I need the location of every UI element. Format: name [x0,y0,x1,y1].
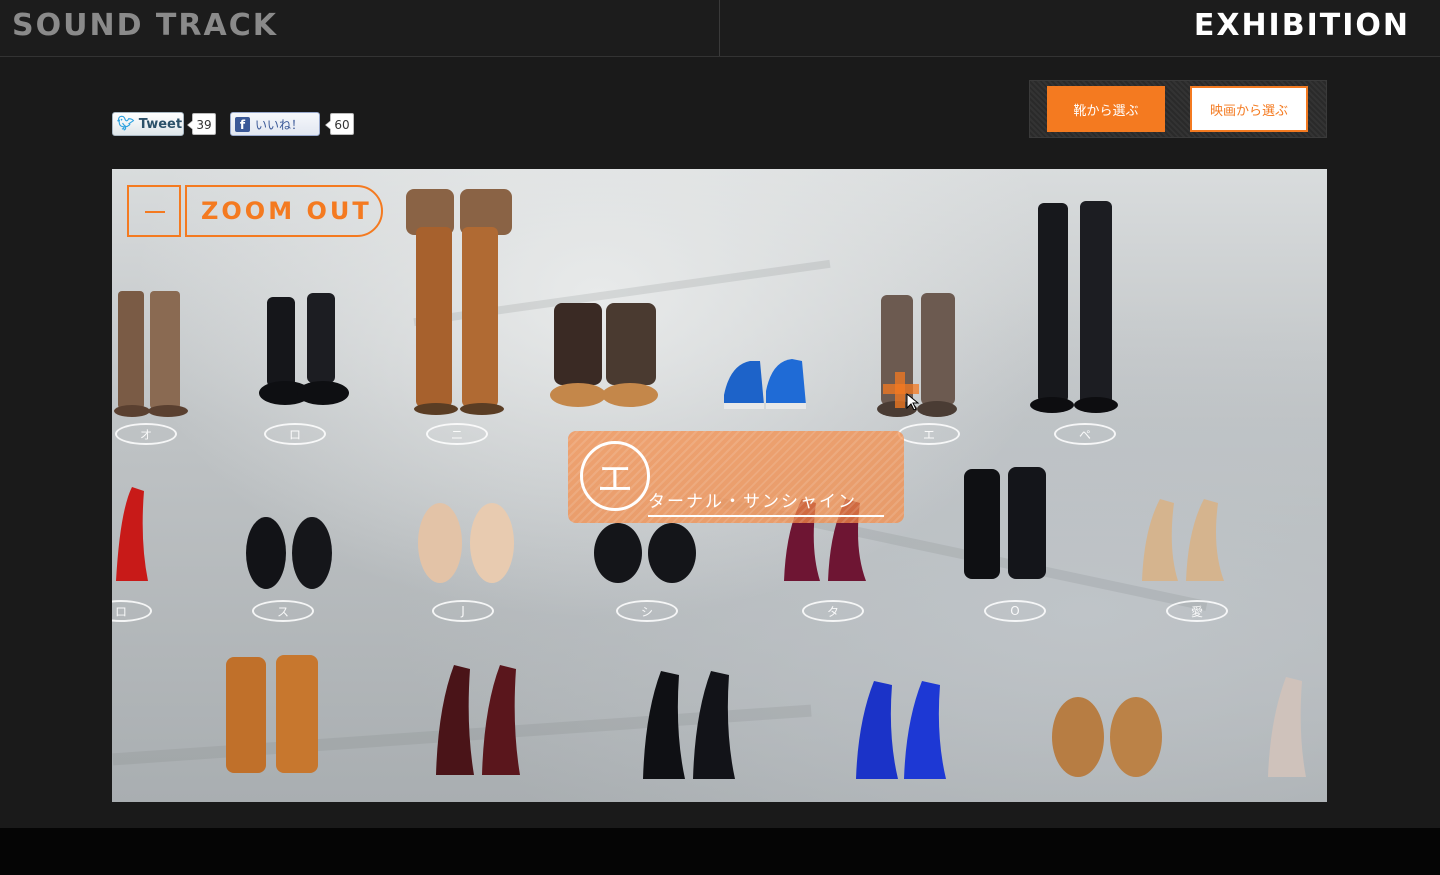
tweet-count: 39 [187,113,216,135]
floor-marker: J [432,600,494,622]
like-label: いいね！ [255,117,304,132]
shoe-black-patent-pumps[interactable] [637,663,743,787]
shoe-nude-patent-heels[interactable] [1262,669,1327,785]
cursor-crosshair-icon [883,372,920,410]
selection-mode-switch: 靴から選ぶ 映画から選ぶ [1029,80,1327,138]
shoe-black-loafers[interactable] [592,519,702,585]
like-count: 60 [325,113,354,135]
floor-marker: 愛 [1166,600,1228,622]
floor-marker: ス [252,600,314,622]
shoe-fringe-moccasin-boots[interactable] [220,653,326,783]
shoe-black-ankle-booties[interactable] [960,465,1056,587]
shoe-tall-suede-boots[interactable] [402,187,522,417]
floor-marker: シ [616,600,678,622]
shoe-black-riding-boots[interactable] [1030,199,1122,417]
floor-marker: ロ [264,423,326,445]
floor-marker: オ [115,423,177,445]
tweet-label: Tweet [138,116,183,132]
shoe-burgundy-patent-heels[interactable] [430,657,530,783]
zoom-out-button[interactable]: ZOOM OUT [185,185,383,237]
header-divider [719,0,720,56]
shoe-black-monk-straps[interactable] [242,513,338,591]
shoe-beige-sneakers[interactable] [414,499,520,585]
bottom-bar [0,828,1440,875]
floor-marker: タ [802,600,864,622]
floor-marker: ペ [1054,423,1116,445]
shoe-brown-boots[interactable] [112,287,192,419]
shoe-cobalt-blue-pumps[interactable] [850,675,954,787]
shoe-tan-moccasins[interactable] [1050,693,1170,781]
shoe-black-lace-boots[interactable] [257,289,352,411]
tweet-button[interactable]: 🐦︎ Tweet [112,112,184,136]
tooltip-kana-badge: エ [580,441,650,511]
facebook-like-button[interactable]: f いいね！ [230,112,320,136]
facebook-icon: f [235,116,250,132]
floor-marker: O [984,600,1046,622]
shoe-mukluk-boots[interactable] [550,299,662,411]
movie-tooltip[interactable]: エ ターナル・サンシャイン [568,431,904,523]
floor-marker: ロ [112,600,152,622]
shoe-exhibition-stage[interactable]: オ ロ ニ エ ペ ロ ス J シ タ O 愛 ZOOM OUT エ ターナル・… [112,169,1327,802]
twitter-bird-icon: 🐦︎ [117,116,135,132]
section-title[interactable]: EXHIBITION [1194,8,1410,43]
brand-logo[interactable]: SOUND TRACK [12,8,278,43]
shoe-red-heels[interactable] [112,481,154,589]
floor-marker: エ [898,423,960,445]
top-bar: SOUND TRACK EXHIBITION [0,0,1440,57]
minus-icon[interactable] [127,185,181,237]
shoe-blue-sneakers[interactable] [720,355,810,417]
tooltip-movie-title[interactable]: ターナル・サンシャイン [648,487,884,517]
shoe-nude-pumps[interactable] [1138,489,1230,589]
floor-marker: ニ [426,423,488,445]
select-by-shoes-button[interactable]: 靴から選ぶ [1047,86,1165,132]
select-by-movie-button[interactable]: 映画から選ぶ [1190,86,1308,132]
